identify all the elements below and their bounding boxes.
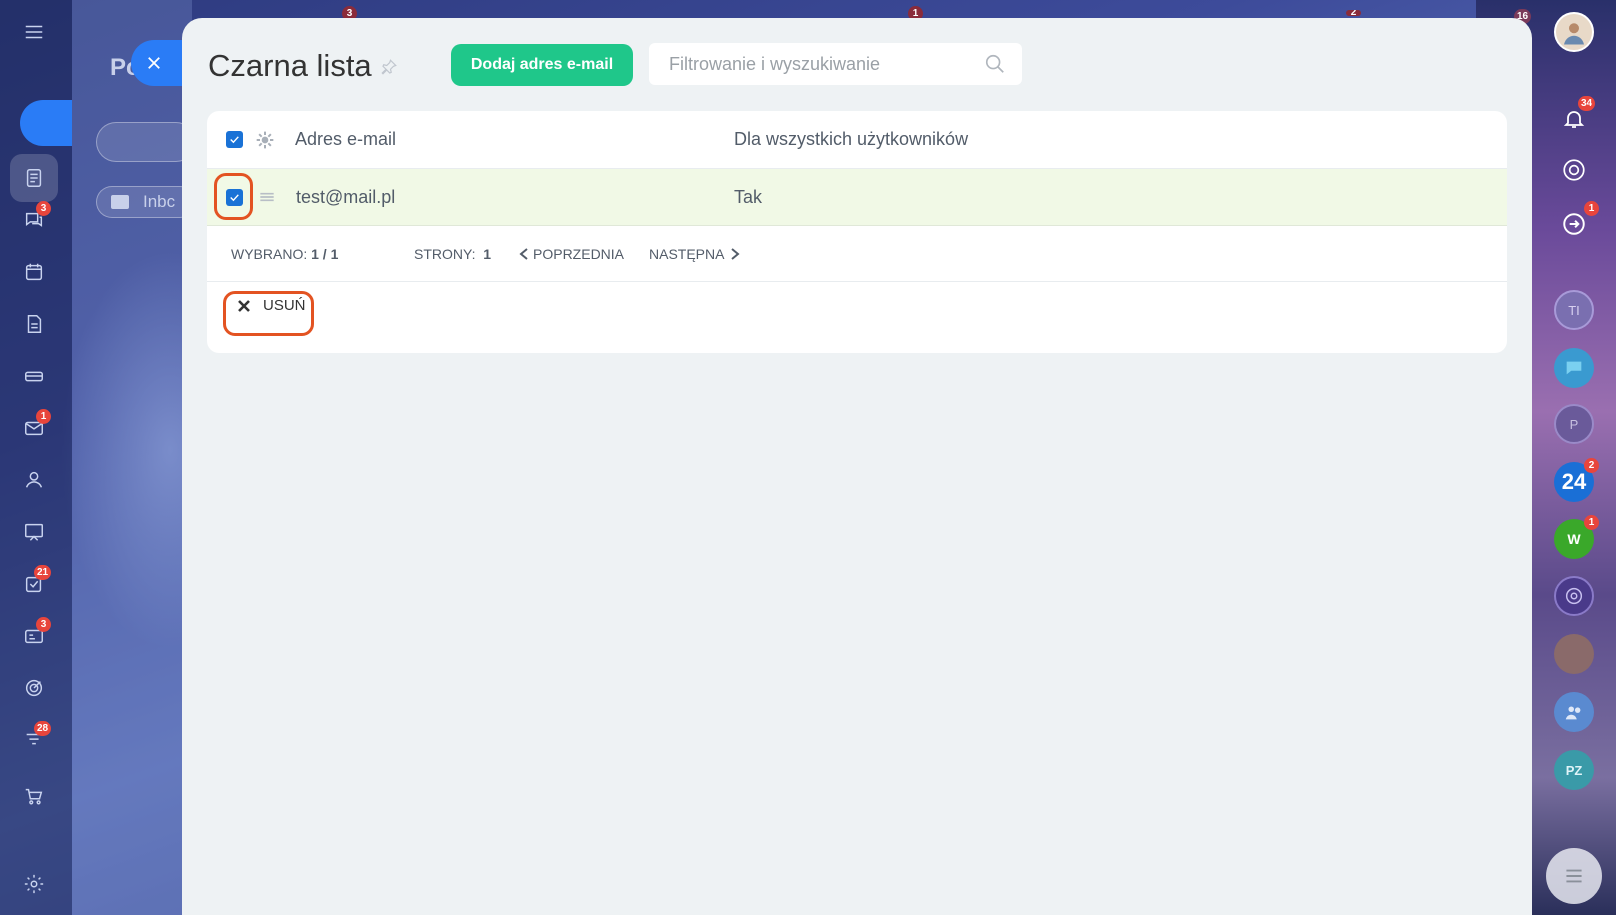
copilot-button[interactable] bbox=[1554, 150, 1594, 190]
photo-avatar[interactable] bbox=[1554, 634, 1594, 674]
contacts-icon[interactable] bbox=[22, 468, 46, 492]
selected-count: WYBRANO: 1 / 1 bbox=[231, 246, 338, 262]
delete-button-label: USUŃ bbox=[263, 297, 306, 314]
list-icon bbox=[1566, 869, 1582, 883]
grid-navigation: WYBRANO: 1 / 1 STRONY: 1 POPRZEDNIA NAST… bbox=[207, 226, 1507, 282]
funnel-badge: 28 bbox=[34, 721, 52, 736]
bitrix24-badge: 2 bbox=[1584, 458, 1599, 473]
avatar-w-badge: 1 bbox=[1584, 515, 1599, 530]
pages-count: STRONY: 1 bbox=[414, 246, 491, 262]
message-icon bbox=[1566, 361, 1582, 375]
background-page: Pc Inbc bbox=[72, 0, 196, 915]
prev-page-link[interactable]: POPRZEDNIA bbox=[518, 246, 624, 262]
row-all-users: Tak bbox=[734, 186, 763, 207]
chevron-right-icon bbox=[731, 248, 741, 260]
grid-header-row: Adres e-mail Dla wszystkich użytkowników bbox=[207, 111, 1507, 169]
avatar-p[interactable]: P bbox=[1554, 404, 1594, 444]
background-inbox-label: Inbc bbox=[143, 192, 176, 211]
gear-icon[interactable] bbox=[255, 130, 275, 150]
group-avatar[interactable] bbox=[1554, 692, 1594, 732]
crm-badge: 3 bbox=[36, 617, 51, 632]
row-email: test@mail.pl bbox=[296, 186, 396, 207]
background-inbox-pill: Inbc bbox=[96, 186, 196, 218]
calendar-icon[interactable] bbox=[22, 260, 46, 284]
add-email-button[interactable]: Dodaj adres e-mail bbox=[451, 44, 633, 86]
search-icon[interactable] bbox=[984, 53, 1006, 75]
blacklist-grid: Adres e-mail Dla wszystkich użytkowników… bbox=[207, 111, 1507, 353]
mail-badge: 1 bbox=[36, 409, 51, 424]
chat-bubble-icon bbox=[1563, 213, 1585, 235]
pages-value: 1 bbox=[483, 246, 492, 262]
notifications-badge: 34 bbox=[1578, 96, 1596, 111]
spiral-icon bbox=[1565, 587, 1583, 605]
left-sidebar: 3 1 21 3 28 bbox=[0, 0, 72, 915]
blacklist-slider: Czarna lista Dodaj adres e-mail Adres e-… bbox=[182, 18, 1532, 915]
user-avatar[interactable] bbox=[1554, 12, 1594, 52]
pin-icon[interactable] bbox=[380, 58, 398, 76]
column-header-email[interactable]: Adres e-mail bbox=[295, 129, 396, 150]
next-page-link[interactable]: NASTĘPNA bbox=[649, 246, 741, 262]
highlight-marker bbox=[214, 173, 253, 220]
right-sidebar: 34 1 TI P 24 2 W 1 PZ bbox=[1532, 0, 1616, 915]
page-title: Czarna lista bbox=[208, 48, 372, 83]
drag-handle-icon[interactable] bbox=[257, 187, 277, 207]
prev-page-label: POPRZEDNIA bbox=[533, 246, 625, 262]
group-chat-avatar[interactable] bbox=[1554, 576, 1594, 616]
chat-list-button[interactable] bbox=[1546, 848, 1602, 904]
people-icon bbox=[1565, 706, 1581, 720]
table-row[interactable]: test@mail.pl Tak bbox=[207, 169, 1507, 226]
chevron-left-icon bbox=[519, 248, 528, 260]
delete-button[interactable]: USUŃ bbox=[237, 297, 306, 314]
spiral-icon bbox=[1563, 159, 1585, 181]
filter-search bbox=[649, 43, 1022, 85]
close-slider-button[interactable] bbox=[131, 40, 187, 86]
select-all-checkbox[interactable] bbox=[226, 131, 243, 148]
background-search bbox=[96, 122, 196, 162]
person-icon bbox=[1564, 23, 1584, 45]
background-close-button bbox=[20, 100, 72, 146]
open-lines-button[interactable] bbox=[1554, 348, 1594, 388]
avatar-pz[interactable]: PZ bbox=[1554, 750, 1594, 790]
background-top-counter: 2 bbox=[1346, 10, 1361, 16]
chat-badge: 3 bbox=[36, 201, 51, 216]
column-header-all-users[interactable]: Dla wszystkich użytkowników bbox=[734, 129, 968, 150]
tasks-badge: 21 bbox=[34, 565, 52, 580]
close-icon bbox=[148, 57, 160, 69]
next-page-label: NASTĘPNA bbox=[649, 246, 725, 262]
feed-icon[interactable] bbox=[10, 154, 58, 202]
drive-icon[interactable] bbox=[22, 364, 46, 388]
cart-icon[interactable] bbox=[22, 784, 46, 808]
selected-value: 1 / 1 bbox=[311, 246, 339, 262]
menu-icon[interactable] bbox=[22, 20, 46, 44]
chat-tasks-badge: 1 bbox=[1584, 201, 1599, 216]
mail-icon bbox=[111, 195, 129, 209]
selected-label: WYBRANO: bbox=[231, 246, 308, 262]
avatar-ti[interactable]: TI bbox=[1554, 290, 1594, 330]
document-icon[interactable] bbox=[22, 312, 46, 336]
check-icon bbox=[230, 136, 239, 144]
close-icon bbox=[238, 299, 250, 312]
board-icon[interactable] bbox=[22, 520, 46, 544]
target-icon[interactable] bbox=[22, 676, 46, 700]
pages-label: STRONY: bbox=[414, 246, 476, 262]
search-input[interactable] bbox=[649, 53, 969, 75]
settings-icon[interactable] bbox=[22, 872, 46, 896]
